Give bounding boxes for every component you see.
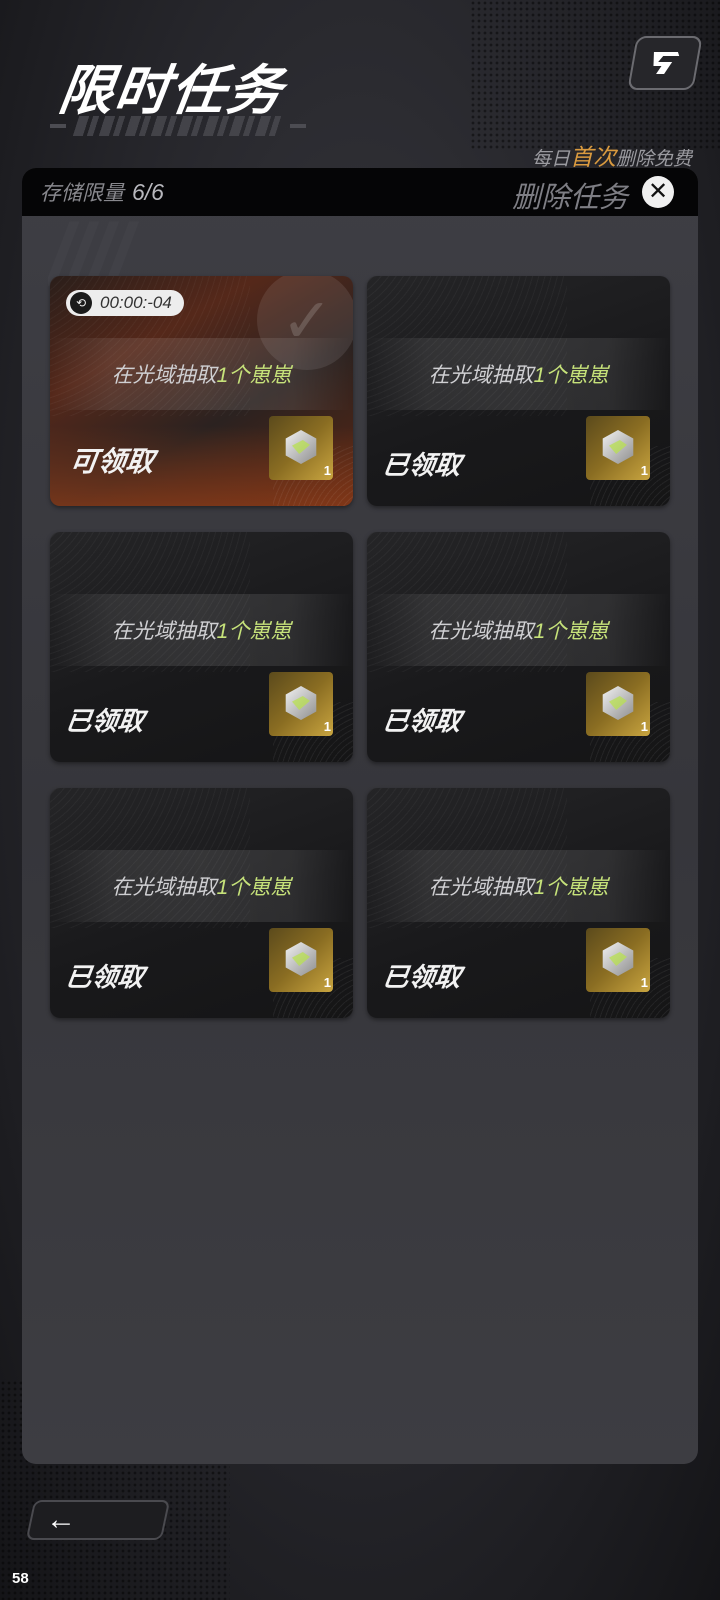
gem-icon xyxy=(602,942,634,976)
task-card[interactable]: 在光域抽取 1个崽崽已领取 1 xyxy=(50,532,353,762)
task-status[interactable]: 可领取 xyxy=(67,440,157,480)
title-decoration xyxy=(50,112,306,140)
task-status: 已领取 xyxy=(380,706,463,736)
task-description: 在光域抽取 1个崽崽 xyxy=(367,850,670,922)
swap-button[interactable] xyxy=(627,36,703,90)
reward-quantity: 1 xyxy=(640,719,648,734)
task-timer: ⟲ 00:00:-04 xyxy=(66,290,184,316)
gem-icon xyxy=(285,942,317,976)
storage-limit: 存储限量 6/6 xyxy=(40,177,164,207)
task-grid: ✓ ⟲ 00:00:-04 在光域抽取 1个崽崽 可领取 1 在光域抽取 1个崽崽 已领取 1 在光域… xyxy=(50,276,672,1018)
task-card[interactable]: 在光域抽取 1个崽崽已领取 1 xyxy=(367,788,670,1018)
gem-icon xyxy=(285,686,317,720)
gem-icon xyxy=(285,430,317,464)
clock-icon: ⟲ xyxy=(70,292,92,314)
task-card[interactable]: 在光域抽取 1个崽崽已领取 1 xyxy=(367,276,670,506)
task-description: 在光域抽取 1个崽崽 xyxy=(50,850,353,922)
reward-item[interactable]: 1 xyxy=(586,672,650,736)
panel-header: 存储限量 6/6 删除任务 ✕ xyxy=(22,168,698,216)
task-status: 已领取 xyxy=(380,962,463,992)
task-description: 在光域抽取 1个崽崽 xyxy=(367,594,670,666)
storage-label: 存储限量 xyxy=(40,182,124,205)
reward-quantity: 1 xyxy=(640,463,648,478)
swap-icon xyxy=(653,52,680,74)
reward-quantity: 1 xyxy=(640,975,648,990)
free-delete-hint: 每日首次删除免费 xyxy=(531,144,692,170)
reward-quantity: 1 xyxy=(323,975,331,990)
reward-item[interactable]: 1 xyxy=(269,672,333,736)
task-description: 在光域抽取 1个崽崽 xyxy=(50,594,353,666)
reward-item[interactable]: 1 xyxy=(269,416,333,480)
arrow-left-icon: ← xyxy=(46,1503,76,1536)
delete-task-button[interactable]: 删除任务 xyxy=(512,174,628,216)
storage-count: 6/6 xyxy=(132,179,164,205)
task-status: 已领取 xyxy=(380,450,463,480)
close-x-icon[interactable]: ✕ xyxy=(642,176,674,208)
reward-item[interactable]: 1 xyxy=(586,416,650,480)
task-description: 在光域抽取 1个崽崽 xyxy=(50,338,353,410)
reward-quantity: 1 xyxy=(323,719,331,734)
reward-item[interactable]: 1 xyxy=(586,928,650,992)
page-number: 58 xyxy=(12,1570,29,1587)
gem-icon xyxy=(602,430,634,464)
reward-item[interactable]: 1 xyxy=(269,928,333,992)
task-card[interactable]: ✓ ⟲ 00:00:-04 在光域抽取 1个崽崽 可领取 1 xyxy=(50,276,353,506)
back-button[interactable]: ← xyxy=(25,1500,171,1540)
timer-text: 00:00:-04 xyxy=(100,293,172,312)
task-status: 已领取 xyxy=(63,706,146,736)
reward-quantity: 1 xyxy=(323,463,331,478)
task-description: 在光域抽取 1个崽崽 xyxy=(367,338,670,410)
gem-icon xyxy=(602,686,634,720)
task-card[interactable]: 在光域抽取 1个崽崽已领取 1 xyxy=(50,788,353,1018)
task-status: 已领取 xyxy=(63,962,146,992)
task-card[interactable]: 在光域抽取 1个崽崽已领取 1 xyxy=(367,532,670,762)
